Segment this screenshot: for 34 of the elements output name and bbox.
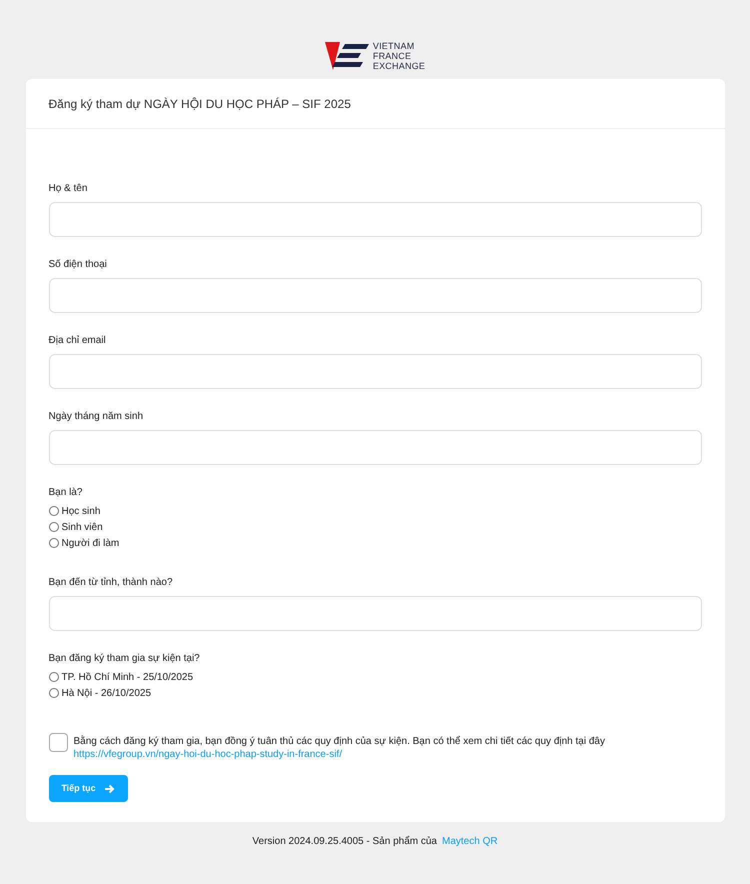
continue-button[interactable]: Tiếp tục	[48, 775, 128, 802]
option-label: TP. Hồ Chí Minh - 25/10/2025	[62, 670, 194, 684]
consent-link[interactable]: https://vfegroup.vn/ngay-hoi-du-hoc-phap-study-in-france-sif/	[74, 749, 342, 760]
logo-text: EXCHANGE	[372, 61, 426, 71]
option-label: Hà Nội - 26/10/2025	[62, 686, 152, 700]
option-label: Học sinh	[62, 504, 100, 518]
input-field[interactable]	[48, 596, 702, 631]
field-label: Họ & tên	[48, 182, 88, 196]
option-label: Sinh viên	[62, 520, 103, 534]
option-label: Người đi làm	[62, 536, 120, 550]
input-field[interactable]	[48, 430, 702, 465]
field-label: Bạn là?	[48, 486, 84, 500]
logo-text: FRANCE	[372, 51, 412, 61]
input-field[interactable]	[48, 354, 702, 389]
field-label: Số điện thoại	[48, 258, 108, 272]
field-label: Bạn đến từ tỉnh, thành nào?	[48, 576, 174, 590]
radio-button[interactable]	[48, 538, 58, 548]
field-label: Ngày tháng năm sinh	[48, 410, 144, 424]
consent-text: Bằng cách đăng ký tham gia, bạn đồng ý tuân thủ các quy định của sự kiện. Bạn có thể xem chi tiết các quy định tại đây https://vfegroup.vn/ngay-hoi-du-hoc-phap-study-in-france-sif/	[74, 735, 606, 761]
field-label: Địa chỉ email	[48, 334, 107, 348]
input-field[interactable]	[48, 278, 702, 313]
logo-icon	[324, 42, 369, 70]
form-title: Đăng ký tham dự NGÀY HỘI DU HỌC PHÁP – SIF 2025	[48, 96, 351, 112]
arrow-right-icon	[104, 784, 115, 794]
radio-button[interactable]	[48, 688, 58, 698]
radio-button[interactable]	[48, 506, 58, 516]
version-text: Version 2024.09.25.4005 - Sản phẩm của	[252, 834, 437, 849]
logo-text: VIETNAM	[372, 41, 416, 51]
field-label: Bạn đăng ký tham gia sự kiện tại?	[48, 652, 201, 666]
radio-button[interactable]	[48, 672, 58, 682]
checkbox[interactable]	[48, 733, 68, 752]
maytech-link[interactable]: Maytech QR	[442, 834, 498, 849]
radio-button[interactable]	[48, 522, 58, 532]
input-field[interactable]	[48, 202, 702, 237]
